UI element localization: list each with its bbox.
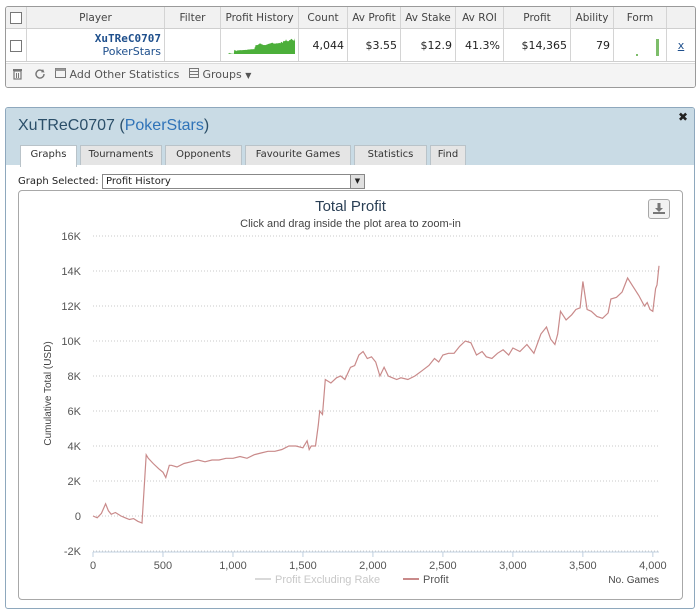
window-header: XuTReC0707 (PokerStars) ✖ Graphs Tournam…: [6, 108, 694, 167]
profit-chart[interactable]: -2K 0 2K 4K 6K 8K 10K 12K 14K 16K 0 500 1,000 1,500 2,…: [19, 191, 682, 599]
row-select-cell[interactable]: [6, 28, 27, 62]
chevron-down-icon[interactable]: ▼: [350, 175, 364, 188]
col-form[interactable]: Form: [613, 7, 667, 29]
col-player[interactable]: Player: [26, 7, 165, 29]
ability-cell: 79: [570, 28, 614, 62]
add-statistics-button[interactable]: Add Other Statistics: [55, 68, 179, 82]
window-title: XuTReC0707 (PokerStars): [18, 117, 210, 134]
count-cell: 4,044: [298, 28, 348, 62]
profit-series-line: [92, 265, 660, 524]
y-tick-label: -2K: [64, 546, 82, 558]
x-tick-label: 4,000: [639, 560, 667, 572]
col-av-stake[interactable]: Av Stake: [400, 7, 456, 29]
tab-graphs[interactable]: Graphs: [20, 145, 77, 167]
row-checkbox[interactable]: [10, 39, 22, 52]
x-tick-label: 2,500: [429, 560, 457, 572]
remove-player-link[interactable]: x: [678, 39, 685, 52]
graph-select-value: Profit History: [106, 176, 171, 187]
y-tick-label: 12K: [61, 301, 81, 313]
close-icon[interactable]: ✖: [678, 110, 688, 124]
select-all-checkbox[interactable]: [10, 11, 22, 24]
x-tick-label: 3,500: [569, 560, 597, 572]
y-axis-title: Cumulative Total (USD): [43, 341, 54, 445]
graph-select-dropdown[interactable]: Profit History ▼: [102, 174, 365, 189]
filter-cell[interactable]: [164, 28, 221, 62]
x-tick-label: 2,000: [359, 560, 387, 572]
x-tick-label: 1,000: [219, 560, 247, 572]
x-tick-label: 500: [154, 560, 172, 572]
form-cell: [613, 28, 667, 62]
player-cell: XuTReC0707 PokerStars: [26, 28, 165, 62]
col-count[interactable]: Count: [298, 7, 348, 29]
select-all-header[interactable]: [6, 7, 27, 29]
chevron-down-icon: ▼: [245, 71, 252, 80]
trash-icon[interactable]: [12, 68, 23, 84]
x-axis-title: No. Games: [608, 575, 659, 586]
table-row: XuTReC0707 PokerStars 4,044 $3.55 $12.9 …: [6, 28, 695, 62]
x-tick-label: 3,000: [499, 560, 527, 572]
av-stake-cell: $12.9: [400, 28, 456, 62]
profit-cell: $14,365: [503, 28, 571, 62]
y-tick-label: 4K: [68, 441, 82, 453]
col-av-roi[interactable]: Av ROI: [455, 7, 504, 29]
y-tick-label: 10K: [61, 336, 81, 348]
x-tick-label: 0: [90, 560, 96, 572]
remove-cell: x: [666, 28, 695, 62]
col-remove: [666, 7, 695, 29]
window-icon: [55, 68, 66, 78]
tab-tournaments[interactable]: Tournaments: [80, 145, 162, 165]
player-name-link[interactable]: XuTReC0707: [30, 32, 161, 45]
stats-toolbar: Add Other Statistics Groups ▼: [6, 63, 695, 87]
player-site-link[interactable]: PokerStars: [30, 45, 161, 58]
tab-find[interactable]: Find: [430, 145, 466, 165]
col-ability[interactable]: Ability: [570, 7, 614, 29]
player-details-window: XuTReC0707 (PokerStars) ✖ Graphs Tournam…: [5, 107, 695, 609]
graph-selected-label: Graph Selected:: [18, 176, 99, 187]
tab-statistics[interactable]: Statistics: [354, 145, 427, 165]
groups-icon: [189, 68, 199, 78]
player-stats-panel: Player Filter Profit History Count Av Pr…: [5, 6, 696, 88]
form-bars: [636, 39, 659, 56]
player-stats-table: Player Filter Profit History Count Av Pr…: [6, 7, 695, 62]
window-title-player: XuTReC0707: [18, 117, 115, 134]
col-av-profit[interactable]: Av Profit: [347, 7, 401, 29]
tab-favourite-games[interactable]: Favourite Games: [245, 145, 351, 165]
chart-container[interactable]: Total Profit Click and drag inside the p…: [18, 190, 683, 600]
y-tick-label: 8K: [68, 371, 82, 383]
col-profit-history[interactable]: Profit History: [220, 7, 299, 29]
profit-sparkline: [228, 38, 295, 54]
legend-item-profit-excl-rake: Profit Excluding Rake: [275, 574, 380, 586]
add-statistics-label: Add Other Statistics: [69, 68, 180, 81]
x-tick-label: 1,500: [289, 560, 317, 572]
av-roi-cell: 41.3%: [455, 28, 504, 62]
form-bar: [636, 54, 638, 56]
y-tick-label: 16K: [61, 231, 81, 243]
groups-dropdown[interactable]: Groups ▼: [189, 68, 251, 83]
col-filter[interactable]: Filter: [164, 7, 221, 29]
graph-select-row: Graph Selected: Profit History ▼: [18, 174, 365, 189]
form-bar: [656, 39, 659, 56]
refresh-icon[interactable]: [34, 68, 46, 84]
col-profit[interactable]: Profit: [503, 7, 571, 29]
groups-label: Groups: [202, 68, 242, 81]
tab-opponents[interactable]: Opponents: [165, 145, 242, 165]
legend-item-profit: Profit: [423, 574, 449, 586]
stats-header-row: Player Filter Profit History Count Av Pr…: [6, 7, 695, 29]
y-tick-label: 0: [75, 511, 81, 523]
y-tick-label: 14K: [61, 266, 81, 278]
profit-history-cell[interactable]: [220, 28, 299, 62]
y-tick-label: 2K: [68, 476, 82, 488]
window-title-site-link[interactable]: PokerStars: [125, 117, 204, 134]
av-profit-cell: $3.55: [347, 28, 401, 62]
y-tick-label: 6K: [68, 406, 82, 418]
